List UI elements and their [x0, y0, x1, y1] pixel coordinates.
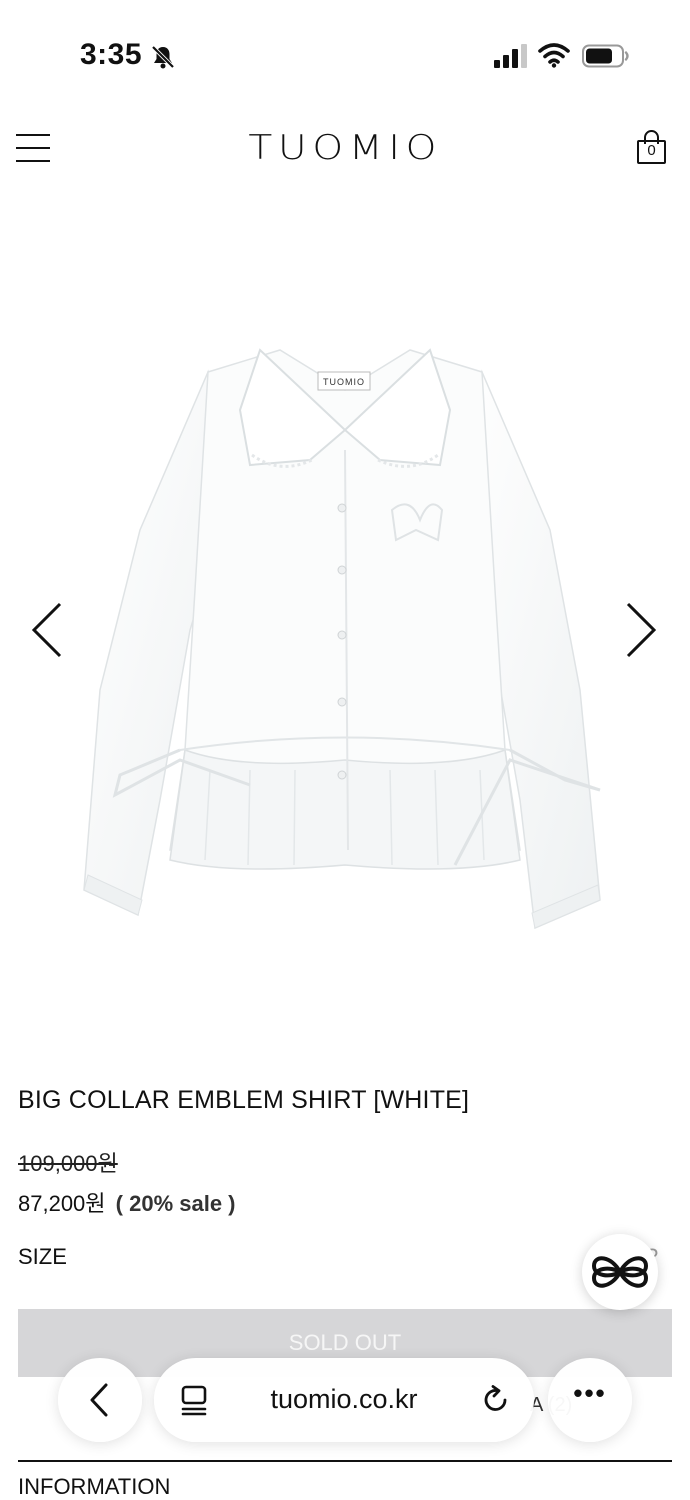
address-bar: tuomio.co.kr	[154, 1358, 534, 1442]
signal-icon	[494, 44, 527, 68]
chevron-right-icon[interactable]	[620, 600, 660, 660]
bell-slash-icon	[151, 45, 175, 69]
original-price: 109,000원	[18, 1151, 118, 1176]
garment-label: TUOMIO	[323, 377, 365, 387]
price-line: 87,200원 ( 20% sale )	[18, 1186, 236, 1218]
site-logo[interactable]: TUOMIO	[0, 128, 690, 168]
url-field[interactable]: tuomio.co.kr	[234, 1384, 454, 1415]
discount-badge: ( 20% sale )	[115, 1191, 236, 1216]
information-heading[interactable]: INFORMATION	[18, 1474, 170, 1500]
product-image: TUOMIO	[83, 348, 601, 930]
chevron-left-icon[interactable]	[28, 600, 68, 660]
more-icon: •••	[573, 1378, 607, 1408]
status-time: 3:35	[80, 38, 143, 71]
cart-count: 0	[647, 142, 656, 159]
site-header: TUOMIO 0	[0, 110, 690, 190]
chat-logo-icon	[591, 1256, 649, 1288]
wifi-icon	[538, 43, 570, 68]
reload-icon[interactable]	[480, 1384, 512, 1416]
tabs-icon[interactable]	[180, 1384, 210, 1416]
battery-icon	[582, 44, 629, 68]
chat-button[interactable]	[582, 1234, 658, 1310]
divider	[18, 1460, 672, 1462]
cart-button[interactable]: 0	[634, 128, 668, 168]
product-gallery: TUOMIO	[0, 210, 690, 1050]
sale-price: 87,200원	[18, 1191, 106, 1216]
size-label: SIZE	[18, 1244, 67, 1269]
status-bar: 3:35	[0, 0, 690, 110]
product-title: BIG COLLAR EMBLEM SHIRT [WHITE]	[18, 1086, 470, 1114]
more-options-button[interactable]: •••	[548, 1358, 632, 1442]
logo-text: TUOMIO	[248, 128, 442, 168]
back-icon	[90, 1383, 108, 1417]
browser-back-button[interactable]	[58, 1358, 142, 1442]
